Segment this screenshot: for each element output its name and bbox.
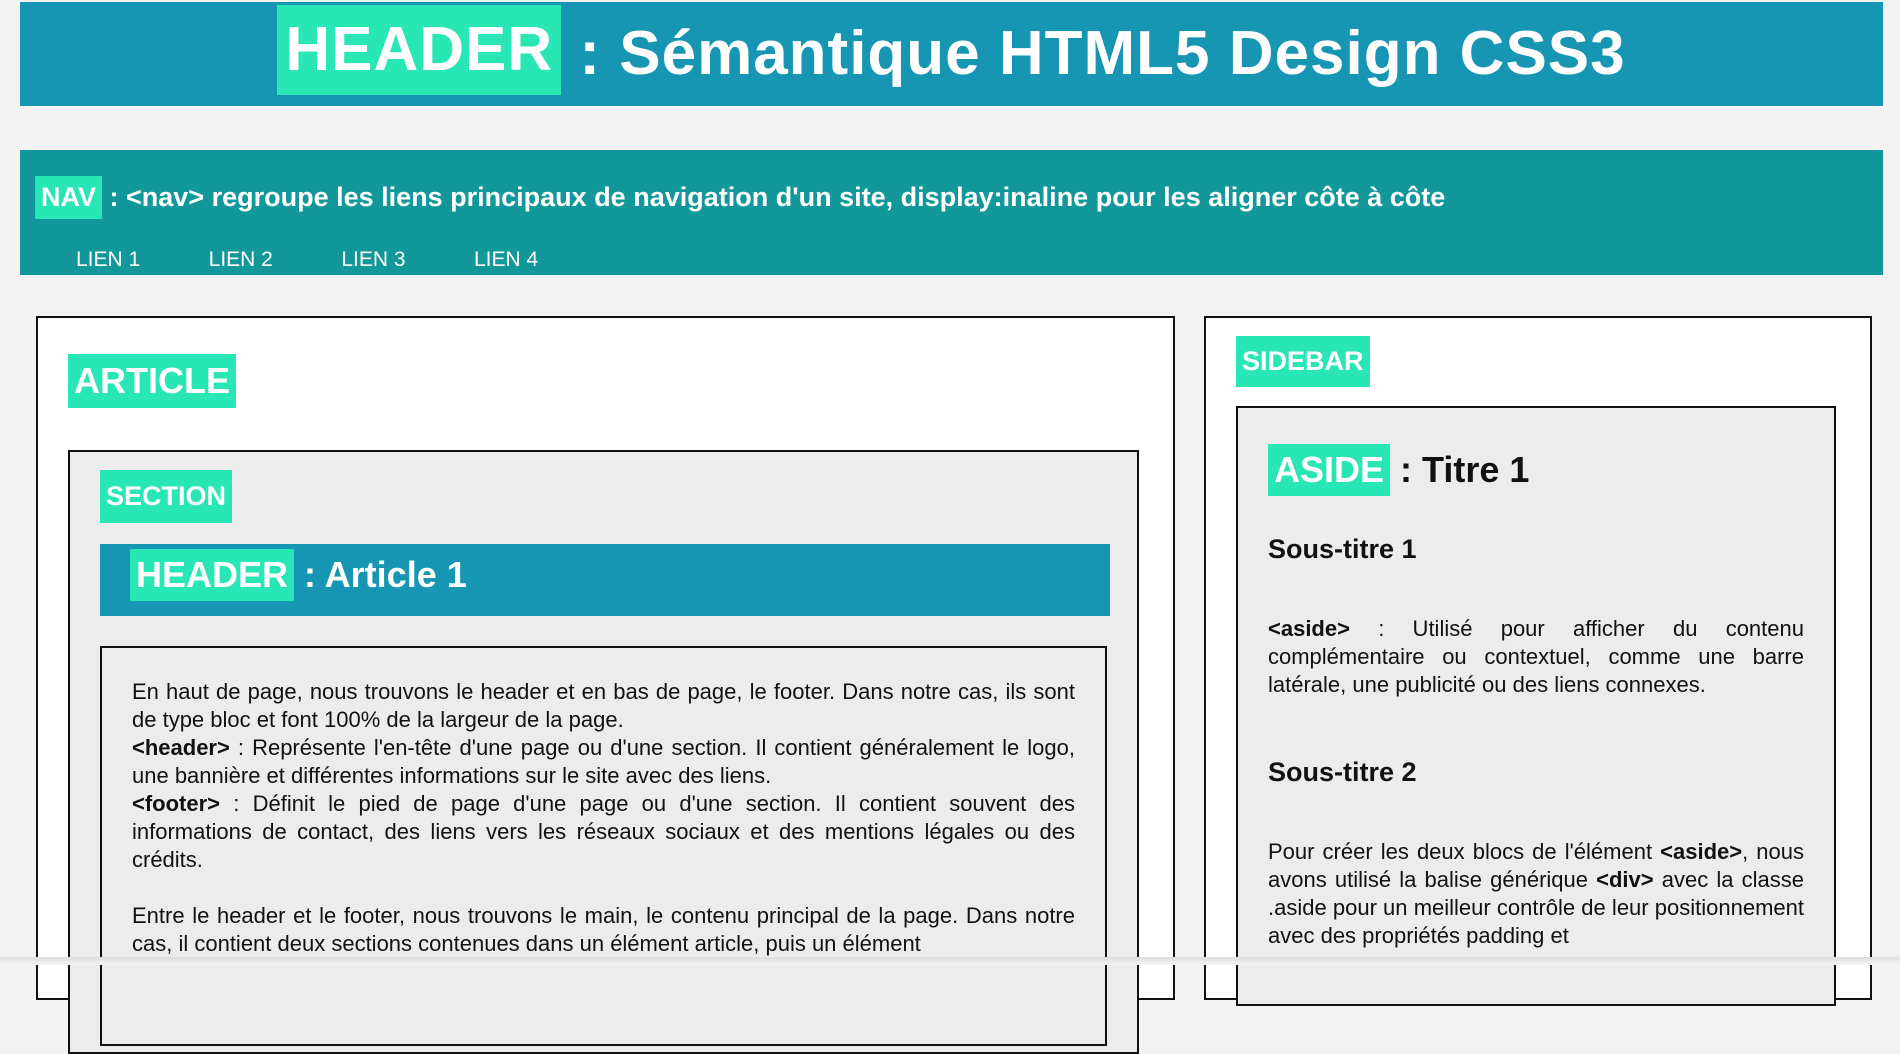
window-bottom-edge [0,957,1900,965]
aside-p2-code-1: <aside> [1660,839,1743,864]
nav-desc-text: regroupe les liens principaux de navigat… [204,182,1446,212]
site-nav: NAV : <nav> regroupe les liens principau… [20,150,1883,275]
aside-p2-code-2: <div> [1596,867,1654,892]
paragraph-intro: En haut de page, nous trouvons le header… [132,679,1075,732]
site-title-text: : Sémantique HTML5 Design CSS3 [561,19,1626,88]
header-code: <header> [132,735,230,760]
article-header-text: : Article 1 [294,554,467,595]
aside-p2-a: Pour créer les deux blocs de l'élément [1268,839,1661,864]
article-paragraph-2: Entre le header et le footer, nous trouv… [132,903,1075,956]
header-desc: : Représente l'en-tête d'une page ou d'u… [132,735,1075,788]
nav-desc-prefix: : [102,182,127,212]
aside-title-text: : Titre 1 [1390,449,1530,490]
nav-title: NAV : <nav> regroupe les liens principau… [35,176,1445,219]
aside-code: <aside> [1268,616,1350,641]
aside-block: ASIDE : Titre 1 Sous-titre 1 <aside> : U… [1236,406,1836,1006]
section-title: SECTION [100,470,233,523]
article: ARTICLE SECTION HEADER : Article 1 En ha… [36,316,1175,1054]
aside-title: ASIDE : Titre 1 [1268,444,1804,496]
article-header: HEADER : Article 1 [100,544,1110,616]
nav-desc-code: <nav> [126,182,205,212]
nav-item: LIEN 2 [209,248,273,272]
nav-link-4[interactable]: LIEN 4 [474,248,538,271]
article-paragraph: En haut de page, nous trouvons le header… [132,678,1075,874]
nav-item: LIEN 4 [474,248,538,272]
aside-subtitle-2: Sous-titre 2 [1268,757,1417,787]
nav-link-1[interactable]: LIEN 1 [76,248,140,271]
site-header: HEADER : Sémantique HTML5 Design CSS3 [20,2,1883,106]
site-title: HEADER : Sémantique HTML5 Design CSS3 [20,2,1883,106]
nav-link-2[interactable]: LIEN 2 [209,248,273,271]
article-title: ARTICLE [68,354,236,408]
footer-code: <footer> [132,791,221,816]
sidebar: SIDEBAR ASIDE : Titre 1 Sous-titre 1 <as… [1204,316,1872,1006]
nav-link-3[interactable]: LIEN 3 [341,248,405,271]
aside-paragraph-2: Pour créer les deux blocs de l'élément <… [1268,838,1804,950]
article-header-title: HEADER : Article 1 [130,549,467,601]
nav-item: LIEN 1 [76,248,140,272]
aside-paragraph-1: <aside> : Utilisé pour afficher du conte… [1268,615,1804,699]
article-content: En haut de page, nous trouvons le header… [100,646,1107,1046]
article-header-tag: HEADER [130,549,295,601]
nav-item: LIEN 3 [341,248,405,272]
nav-links: LIEN 1 LIEN 2 LIEN 3 LIEN 4 [76,248,602,272]
header-tag: HEADER [277,5,562,95]
aside-tag: ASIDE [1268,444,1391,496]
nav-tag: NAV [35,176,103,219]
aside-subtitle-1: Sous-titre 1 [1268,534,1417,564]
footer-desc: : Définit le pied de page d'une page ou … [132,791,1075,872]
sidebar-title: SIDEBAR [1236,336,1370,387]
